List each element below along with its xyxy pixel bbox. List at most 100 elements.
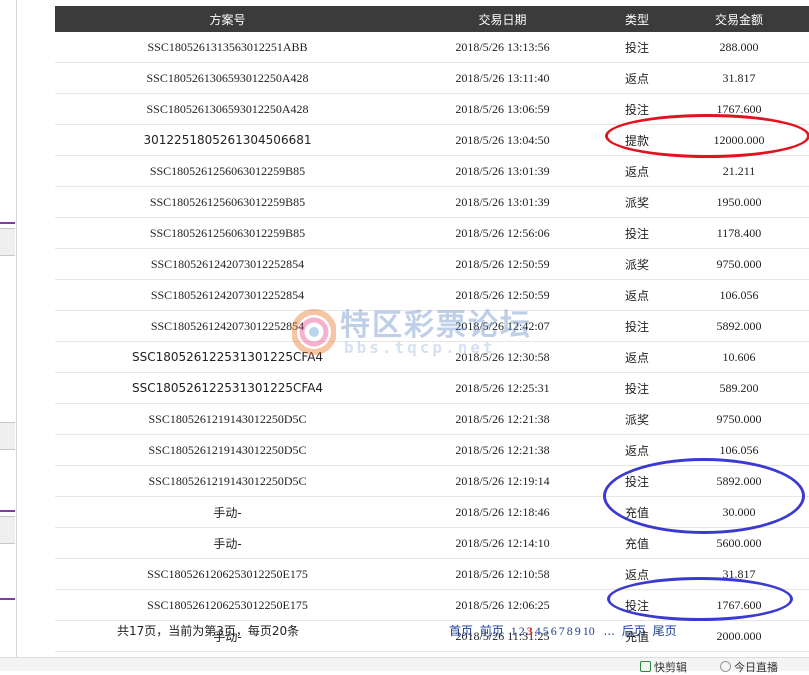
cell-amount: 9750.000 bbox=[669, 403, 809, 435]
cell-date: 2018/5/26 12:50:59 bbox=[400, 248, 605, 280]
first-page-link[interactable]: 首页 bbox=[449, 624, 473, 638]
page-link-2[interactable]: 2 bbox=[519, 624, 525, 638]
cell-plan-no: SSC1805261256063012259B85 bbox=[55, 186, 400, 218]
cell-plan-no: 手动- bbox=[55, 496, 400, 528]
cell-date: 2018/5/26 13:13:56 bbox=[400, 32, 605, 63]
cell-plan-no: SSC1805261242073012252854 bbox=[55, 279, 400, 311]
transaction-table: 方案号 交易日期 类型 交易金额 SSC1805261313563012251A… bbox=[55, 6, 809, 652]
cell-type: 投注 bbox=[605, 93, 669, 125]
cell-amount: 1950.000 bbox=[669, 186, 809, 218]
table-row: SSC1805261256063012259B85 2018/5/26 13:01… bbox=[55, 186, 809, 218]
cell-amount: 5600.000 bbox=[669, 527, 809, 559]
cell-type: 返点 bbox=[605, 62, 669, 94]
cell-plan-no: SSC1805261206253012250E175 bbox=[55, 558, 400, 590]
cell-date: 2018/5/26 12:19:14 bbox=[400, 465, 605, 497]
header-plan-no: 方案号 bbox=[55, 6, 400, 32]
cell-type: 投注 bbox=[605, 217, 669, 249]
cell-date: 2018/5/26 13:01:39 bbox=[400, 155, 605, 187]
cell-plan-no: SSC1805261306593012250A428 bbox=[55, 62, 400, 94]
cell-type: 投注 bbox=[605, 465, 669, 497]
cell-amount: 1767.600 bbox=[669, 93, 809, 125]
table-row: SSC1805261219143012250D5C 2018/5/26 12:21… bbox=[55, 434, 809, 466]
pagination-summary: 共17页，当前为第3页，每页20条 bbox=[117, 624, 300, 638]
sidebar-tab[interactable] bbox=[0, 228, 15, 256]
page-link-10[interactable]: 10 bbox=[583, 624, 595, 638]
cell-type: 投注 bbox=[605, 32, 669, 63]
page-link-3[interactable]: 3 bbox=[527, 624, 533, 638]
cell-type: 投注 bbox=[605, 372, 669, 404]
sidebar-tab[interactable] bbox=[0, 516, 15, 544]
cell-date: 2018/5/26 12:42:07 bbox=[400, 310, 605, 342]
cell-type: 返点 bbox=[605, 279, 669, 311]
page-link-7[interactable]: 7 bbox=[559, 624, 565, 638]
page-link-5[interactable]: 5 bbox=[543, 624, 549, 638]
cell-date: 2018/5/26 13:06:59 bbox=[400, 93, 605, 125]
cell-type: 返点 bbox=[605, 155, 669, 187]
cell-plan-no: 手动- bbox=[55, 527, 400, 559]
header-date: 交易日期 bbox=[400, 6, 605, 32]
page-link-6[interactable]: 6 bbox=[551, 624, 557, 638]
cell-plan-no: SSC1805261242073012252854 bbox=[55, 248, 400, 280]
cell-amount: 5892.000 bbox=[669, 465, 809, 497]
cell-plan-no: SSC1805261256063012259B85 bbox=[55, 155, 400, 187]
cell-amount: 10.606 bbox=[669, 341, 809, 373]
cell-amount: 106.056 bbox=[669, 434, 809, 466]
cell-date: 2018/5/26 12:06:25 bbox=[400, 589, 605, 621]
cell-amount: 31.817 bbox=[669, 62, 809, 94]
page-link-9[interactable]: 9 bbox=[575, 624, 581, 638]
cell-date: 2018/5/26 12:21:38 bbox=[400, 434, 605, 466]
next-page-link[interactable]: 后页 bbox=[622, 624, 646, 638]
table-row: SSC1805261206253012250E175 2018/5/26 12:0… bbox=[55, 589, 809, 621]
cell-type: 派奖 bbox=[605, 248, 669, 280]
page-link-1[interactable]: 1 bbox=[511, 624, 517, 638]
cell-plan-no: SSC1805261219143012250D5C bbox=[55, 403, 400, 435]
cell-amount: 9750.000 bbox=[669, 248, 809, 280]
cell-date: 2018/5/26 13:04:50 bbox=[400, 124, 605, 156]
cell-type: 提款 bbox=[605, 124, 669, 156]
last-page-link[interactable]: 尾页 bbox=[653, 624, 677, 638]
table-row: 301225180526130450668​1 2018/5/26 13:04:5… bbox=[55, 124, 809, 156]
cell-plan-no: SSC18052612253130​1225CFA4 bbox=[55, 341, 400, 373]
cell-amount: 589.200 bbox=[669, 372, 809, 404]
cell-amount: 21.211 bbox=[669, 155, 809, 187]
pager-ellipsis: ... bbox=[603, 624, 615, 638]
cell-plan-no: SSC1805261242073012252854 bbox=[55, 310, 400, 342]
table-row: 手动- 2018/5/26 12:18:46 充值 30.000 bbox=[55, 496, 809, 528]
table-header-row: 方案号 交易日期 类型 交易金额 bbox=[55, 6, 809, 32]
cell-date: 2018/5/26 13:01:39 bbox=[400, 186, 605, 218]
cell-type: 派奖 bbox=[605, 403, 669, 435]
table-row: SSC1805261219143012250D5C 2018/5/26 12:21… bbox=[55, 403, 809, 435]
cell-amount: 5892.000 bbox=[669, 310, 809, 342]
live-today-button[interactable]: 今日直播 bbox=[720, 659, 778, 675]
cell-type: 充值 bbox=[605, 496, 669, 528]
cell-amount: 106.056 bbox=[669, 279, 809, 311]
table-row: SSC1805261256063012259B85 2018/5/26 13:01… bbox=[55, 155, 809, 187]
scissors-icon bbox=[640, 661, 651, 672]
table-row: SSC18052612253130​1225CFA4 2018/5/26 12:3… bbox=[55, 341, 809, 373]
cell-type: 投注 bbox=[605, 589, 669, 621]
sidebar-tab[interactable] bbox=[0, 422, 15, 450]
table-row: SSC1805261242073012252854 2018/5/26 12:50… bbox=[55, 248, 809, 280]
sidebar-accent bbox=[0, 222, 15, 224]
table-row: SSC1805261306593012250A428 2018/5/26 13:0… bbox=[55, 93, 809, 125]
page-link-8[interactable]: 8 bbox=[567, 624, 573, 638]
pagination: 首页 前页 1 2 3 4 5 6 7 8 9 10 ... 后页 尾页 bbox=[449, 622, 680, 639]
table-row: SSC1805261219143012250D5C 2018/5/26 12:19… bbox=[55, 465, 809, 497]
quick-edit-button[interactable]: 快剪辑 bbox=[640, 659, 687, 675]
cell-date: 2018/5/26 12:21:38 bbox=[400, 403, 605, 435]
bottom-toolbar: 快剪辑 今日直播 bbox=[0, 657, 809, 674]
page-link-4[interactable]: 4 bbox=[535, 624, 541, 638]
cell-date: 2018/5/26 13:11:40 bbox=[400, 62, 605, 94]
cell-plan-no: SSC1805261219143012250D5C bbox=[55, 465, 400, 497]
cell-type: 投注 bbox=[605, 310, 669, 342]
table-row: SSC18052612253130​1225CFA4 2018/5/26 12:2… bbox=[55, 372, 809, 404]
header-amount: 交易金额 bbox=[669, 6, 809, 32]
cell-amount: 31.817 bbox=[669, 558, 809, 590]
table-row: SSC1805261242073012252854 2018/5/26 12:50… bbox=[55, 279, 809, 311]
prev-page-link[interactable]: 前页 bbox=[480, 624, 504, 638]
cell-type: 返点 bbox=[605, 558, 669, 590]
cell-amount: 288.000 bbox=[669, 32, 809, 63]
cell-plan-no: SSC1805261219143012250D5C bbox=[55, 434, 400, 466]
cell-amount: 1767.600 bbox=[669, 589, 809, 621]
cell-amount: 12000.000 bbox=[669, 124, 809, 156]
